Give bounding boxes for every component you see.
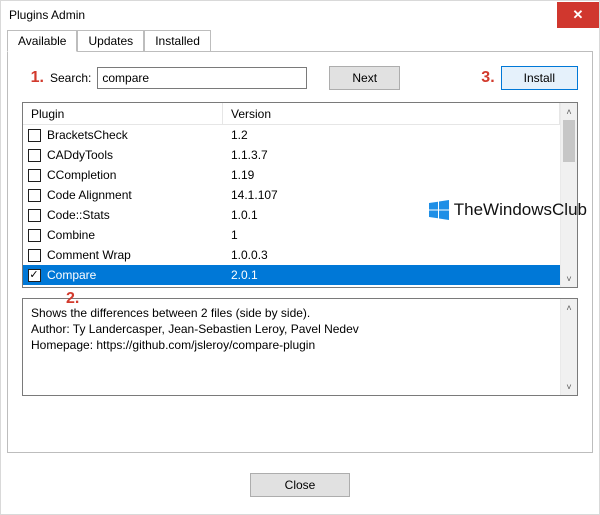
column-header-version-label: Version bbox=[231, 107, 271, 121]
column-header-version[interactable]: Version bbox=[223, 103, 560, 124]
plugin-list: Plugin Version BracketsCheck1.2CADdyTool… bbox=[22, 102, 578, 288]
column-header-plugin-label: Plugin bbox=[31, 107, 64, 121]
plugin-version-cell: 1.2 bbox=[223, 128, 560, 142]
details-scrollbar[interactable]: ˄ ˅ bbox=[560, 299, 577, 395]
scroll-up-button[interactable]: ˄ bbox=[561, 103, 577, 120]
tab-panel-available: 1. Search: Next 3. Install Plugin Versio… bbox=[7, 51, 593, 453]
plugin-details-text: Shows the differences between 2 files (s… bbox=[23, 299, 560, 395]
scroll-track[interactable] bbox=[561, 120, 577, 270]
scrollbar-vertical[interactable]: ˄ ˅ bbox=[560, 103, 577, 287]
checkbox-cell bbox=[23, 189, 45, 202]
plugins-admin-window: Plugins Admin ✕ Available Updates Instal… bbox=[0, 0, 600, 515]
plugin-version-cell: 1 bbox=[223, 228, 560, 242]
checkbox-cell bbox=[23, 169, 45, 182]
checkbox-cell bbox=[23, 209, 45, 222]
plugin-name-cell: BracketsCheck bbox=[45, 128, 223, 142]
close-icon: ✕ bbox=[573, 7, 584, 23]
table-row[interactable]: CADdyTools1.1.3.7 bbox=[23, 145, 560, 165]
plugin-name-cell: Comment Wrap bbox=[45, 248, 223, 262]
table-row[interactable]: BracketsCheck1.2 bbox=[23, 125, 560, 145]
plugin-checkbox[interactable] bbox=[28, 189, 41, 202]
plugin-list-body: Plugin Version BracketsCheck1.2CADdyTool… bbox=[23, 103, 560, 287]
table-row[interactable]: Compare2.0.1 bbox=[23, 265, 560, 285]
plugin-checkbox[interactable] bbox=[28, 149, 41, 162]
plugin-version-cell: 14.1.107 bbox=[223, 188, 560, 202]
scroll-down-button[interactable]: ˅ bbox=[561, 270, 577, 287]
plugin-version-cell: 1.1.3.7 bbox=[223, 148, 560, 162]
search-label: Search: bbox=[50, 71, 91, 85]
plugin-checkbox[interactable] bbox=[28, 209, 41, 222]
plugin-version-cell: 1.19 bbox=[223, 168, 560, 182]
plugin-name-cell: Code::Stats bbox=[45, 208, 223, 222]
next-button-label: Next bbox=[352, 71, 377, 85]
plugin-version-cell: 1.0.0.3 bbox=[223, 248, 560, 262]
plugin-checkbox[interactable] bbox=[28, 229, 41, 242]
next-button[interactable]: Next bbox=[329, 66, 400, 90]
tab-updates-label: Updates bbox=[88, 34, 133, 48]
titlebar: Plugins Admin ✕ bbox=[1, 1, 599, 29]
checkbox-cell bbox=[23, 229, 45, 242]
chevron-up-icon: ˄ bbox=[566, 107, 571, 117]
plugin-version-cell: 2.0.1 bbox=[223, 268, 560, 282]
table-row[interactable]: CCompletion1.19 bbox=[23, 165, 560, 185]
tab-updates[interactable]: Updates bbox=[77, 30, 144, 52]
checkbox-cell bbox=[23, 149, 45, 162]
window-title: Plugins Admin bbox=[9, 8, 85, 22]
plugin-checkbox[interactable] bbox=[28, 169, 41, 182]
checkbox-cell bbox=[23, 269, 45, 282]
search-row: 1. Search: Next 3. Install bbox=[22, 66, 578, 90]
plugin-name-cell: CADdyTools bbox=[45, 148, 223, 162]
close-button[interactable]: Close bbox=[250, 473, 351, 497]
plugin-list-header: Plugin Version bbox=[23, 103, 560, 125]
details-scroll-up-button[interactable]: ˄ bbox=[561, 299, 577, 316]
window-close-button[interactable]: ✕ bbox=[557, 2, 599, 28]
plugin-checkbox[interactable] bbox=[28, 269, 41, 282]
chevron-up-icon: ˄ bbox=[566, 303, 571, 313]
tab-installed-label: Installed bbox=[155, 34, 200, 48]
tab-available[interactable]: Available bbox=[7, 30, 77, 52]
install-button[interactable]: Install bbox=[501, 66, 578, 90]
checkbox-cell bbox=[23, 129, 45, 142]
callout-3: 3. bbox=[481, 69, 494, 87]
tab-available-label: Available bbox=[18, 34, 66, 48]
callout-1: 1. bbox=[22, 69, 44, 87]
table-row[interactable]: Comment Wrap1.0.0.3 bbox=[23, 245, 560, 265]
scroll-thumb[interactable] bbox=[563, 120, 575, 162]
plugin-rows: BracketsCheck1.2CADdyTools1.1.3.7CComple… bbox=[23, 125, 560, 285]
plugin-name-cell: Code Alignment bbox=[45, 188, 223, 202]
table-row[interactable]: Code Alignment14.1.107 bbox=[23, 185, 560, 205]
plugin-name-cell: Combine bbox=[45, 228, 223, 242]
details-scroll-track[interactable] bbox=[561, 316, 577, 378]
dialog-button-row: Close bbox=[1, 473, 599, 497]
tab-installed[interactable]: Installed bbox=[144, 30, 211, 52]
column-header-plugin[interactable]: Plugin bbox=[23, 103, 223, 124]
plugin-checkbox[interactable] bbox=[28, 249, 41, 262]
plugin-name-cell: CCompletion bbox=[45, 168, 223, 182]
close-button-label: Close bbox=[285, 478, 316, 492]
table-row[interactable]: Code::Stats1.0.1 bbox=[23, 205, 560, 225]
chevron-down-icon: ˅ bbox=[566, 274, 571, 284]
tabstrip: Available Updates Installed bbox=[1, 29, 599, 51]
details-scroll-down-button[interactable]: ˅ bbox=[561, 378, 577, 395]
plugin-name-cell: Compare bbox=[45, 268, 223, 282]
plugin-details: Shows the differences between 2 files (s… bbox=[22, 298, 578, 396]
plugin-version-cell: 1.0.1 bbox=[223, 208, 560, 222]
plugin-checkbox[interactable] bbox=[28, 129, 41, 142]
table-row[interactable]: Combine1 bbox=[23, 225, 560, 245]
search-input[interactable] bbox=[97, 67, 307, 89]
callout-2: 2. bbox=[66, 290, 79, 308]
checkbox-cell bbox=[23, 249, 45, 262]
install-button-label: Install bbox=[524, 71, 555, 85]
chevron-down-icon: ˅ bbox=[566, 382, 571, 392]
